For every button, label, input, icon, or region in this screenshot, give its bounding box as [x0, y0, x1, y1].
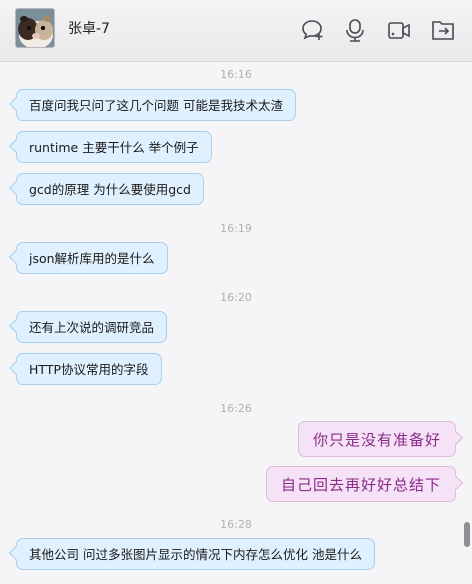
message-incoming[interactable]: gcd的原理 为什么要使用gcd: [16, 173, 204, 205]
microphone-icon[interactable]: [342, 17, 368, 43]
timestamp: 16:16: [220, 68, 252, 81]
message-incoming[interactable]: 还有上次说的调研竞品: [16, 311, 168, 343]
message-incoming[interactable]: HTTP协议常用的字段: [16, 353, 162, 385]
message-outgoing[interactable]: 自己回去再好好总结下: [265, 466, 456, 502]
guinea-pig-avatar-image: [16, 9, 54, 47]
chat-add-icon[interactable]: [300, 17, 326, 43]
message-outgoing[interactable]: 你只是没有准备好: [297, 421, 456, 457]
timestamp: 16:28: [220, 518, 252, 531]
timestamp: 16:19: [220, 222, 252, 235]
message-list[interactable]: 16:16 百度问我只问了这几个问题 可能是我技术太渣 runtime 主要干什…: [0, 63, 472, 584]
avatar[interactable]: [15, 8, 55, 48]
message-incoming[interactable]: json解析库用的是什么: [16, 242, 168, 274]
contact-name: 张卓-7: [68, 21, 110, 37]
message-incoming[interactable]: runtime 主要干什么 举个例子: [16, 131, 212, 163]
timestamp: 16:20: [220, 291, 252, 304]
chat-header: 张卓-7: [0, 0, 472, 62]
scrollbar-thumb[interactable]: [464, 522, 470, 547]
message-incoming[interactable]: 百度问我只问了这几个问题 可能是我技术太渣: [16, 89, 296, 121]
video-camera-icon[interactable]: [386, 17, 412, 43]
message-incoming[interactable]: 其他公司 问过多张图片显示的情况下内存怎么优化 池是什么: [16, 538, 375, 570]
timestamp: 16:26: [220, 402, 252, 415]
share-folder-icon[interactable]: [430, 17, 456, 43]
